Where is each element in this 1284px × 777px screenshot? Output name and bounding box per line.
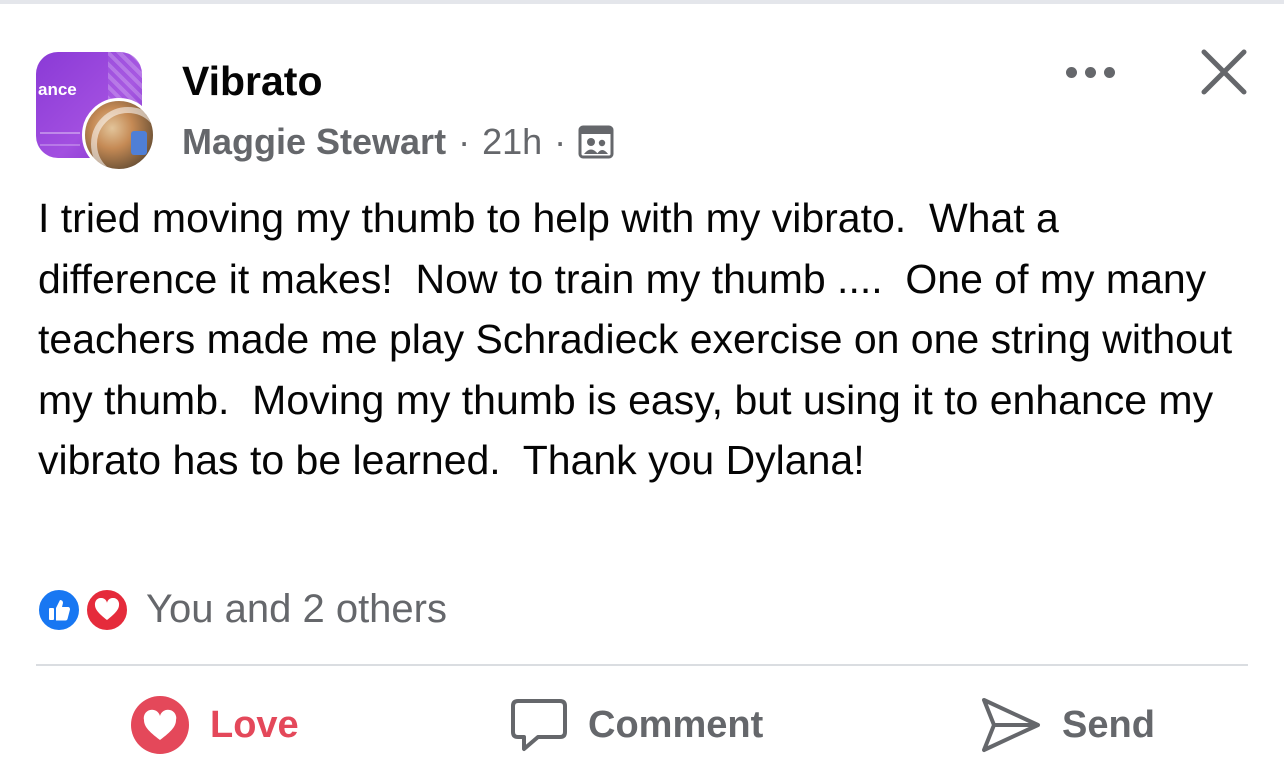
send-icon — [982, 698, 1040, 752]
comment-label: Comment — [588, 703, 764, 746]
group-avatar-small-print — [40, 132, 80, 146]
author-name[interactable]: Maggie Stewart — [182, 121, 446, 163]
more-dot-icon — [1103, 66, 1115, 78]
group-name[interactable]: Vibrato — [182, 58, 323, 105]
love-button[interactable]: Love — [130, 694, 299, 756]
meta-separator: · — [554, 121, 567, 162]
more-options-button[interactable] — [1060, 58, 1120, 86]
reaction-icons — [36, 584, 136, 634]
love-reaction-icon — [131, 696, 189, 754]
send-label: Send — [1062, 703, 1155, 746]
comment-icon — [511, 699, 567, 751]
group-members-icon[interactable] — [578, 125, 614, 159]
author-avatar[interactable] — [82, 98, 156, 172]
meta-separator: · — [458, 121, 471, 162]
love-icon — [84, 587, 130, 633]
action-divider — [36, 664, 1248, 666]
reactions-summary[interactable]: You and 2 others — [36, 584, 447, 634]
reaction-count-text[interactable]: You and 2 others — [146, 587, 447, 632]
close-icon[interactable] — [1198, 46, 1250, 98]
more-dot-icon — [1084, 66, 1096, 78]
top-divider — [0, 0, 1284, 4]
post-time[interactable]: 21h — [482, 121, 542, 163]
like-icon — [36, 587, 82, 633]
post-body: I tried moving my thumb to help with my … — [38, 195, 1244, 483]
love-label: Love — [210, 703, 299, 746]
comment-button[interactable]: Comment — [510, 694, 763, 756]
more-dot-icon — [1065, 66, 1077, 78]
post-meta: Maggie Stewart · 21h · — [182, 120, 614, 164]
post-card: ance Vibrato Maggie Stewart · 21h · I tr… — [0, 0, 1284, 777]
group-avatar-text: ance — [38, 80, 77, 99]
send-button[interactable]: Send — [980, 694, 1155, 756]
